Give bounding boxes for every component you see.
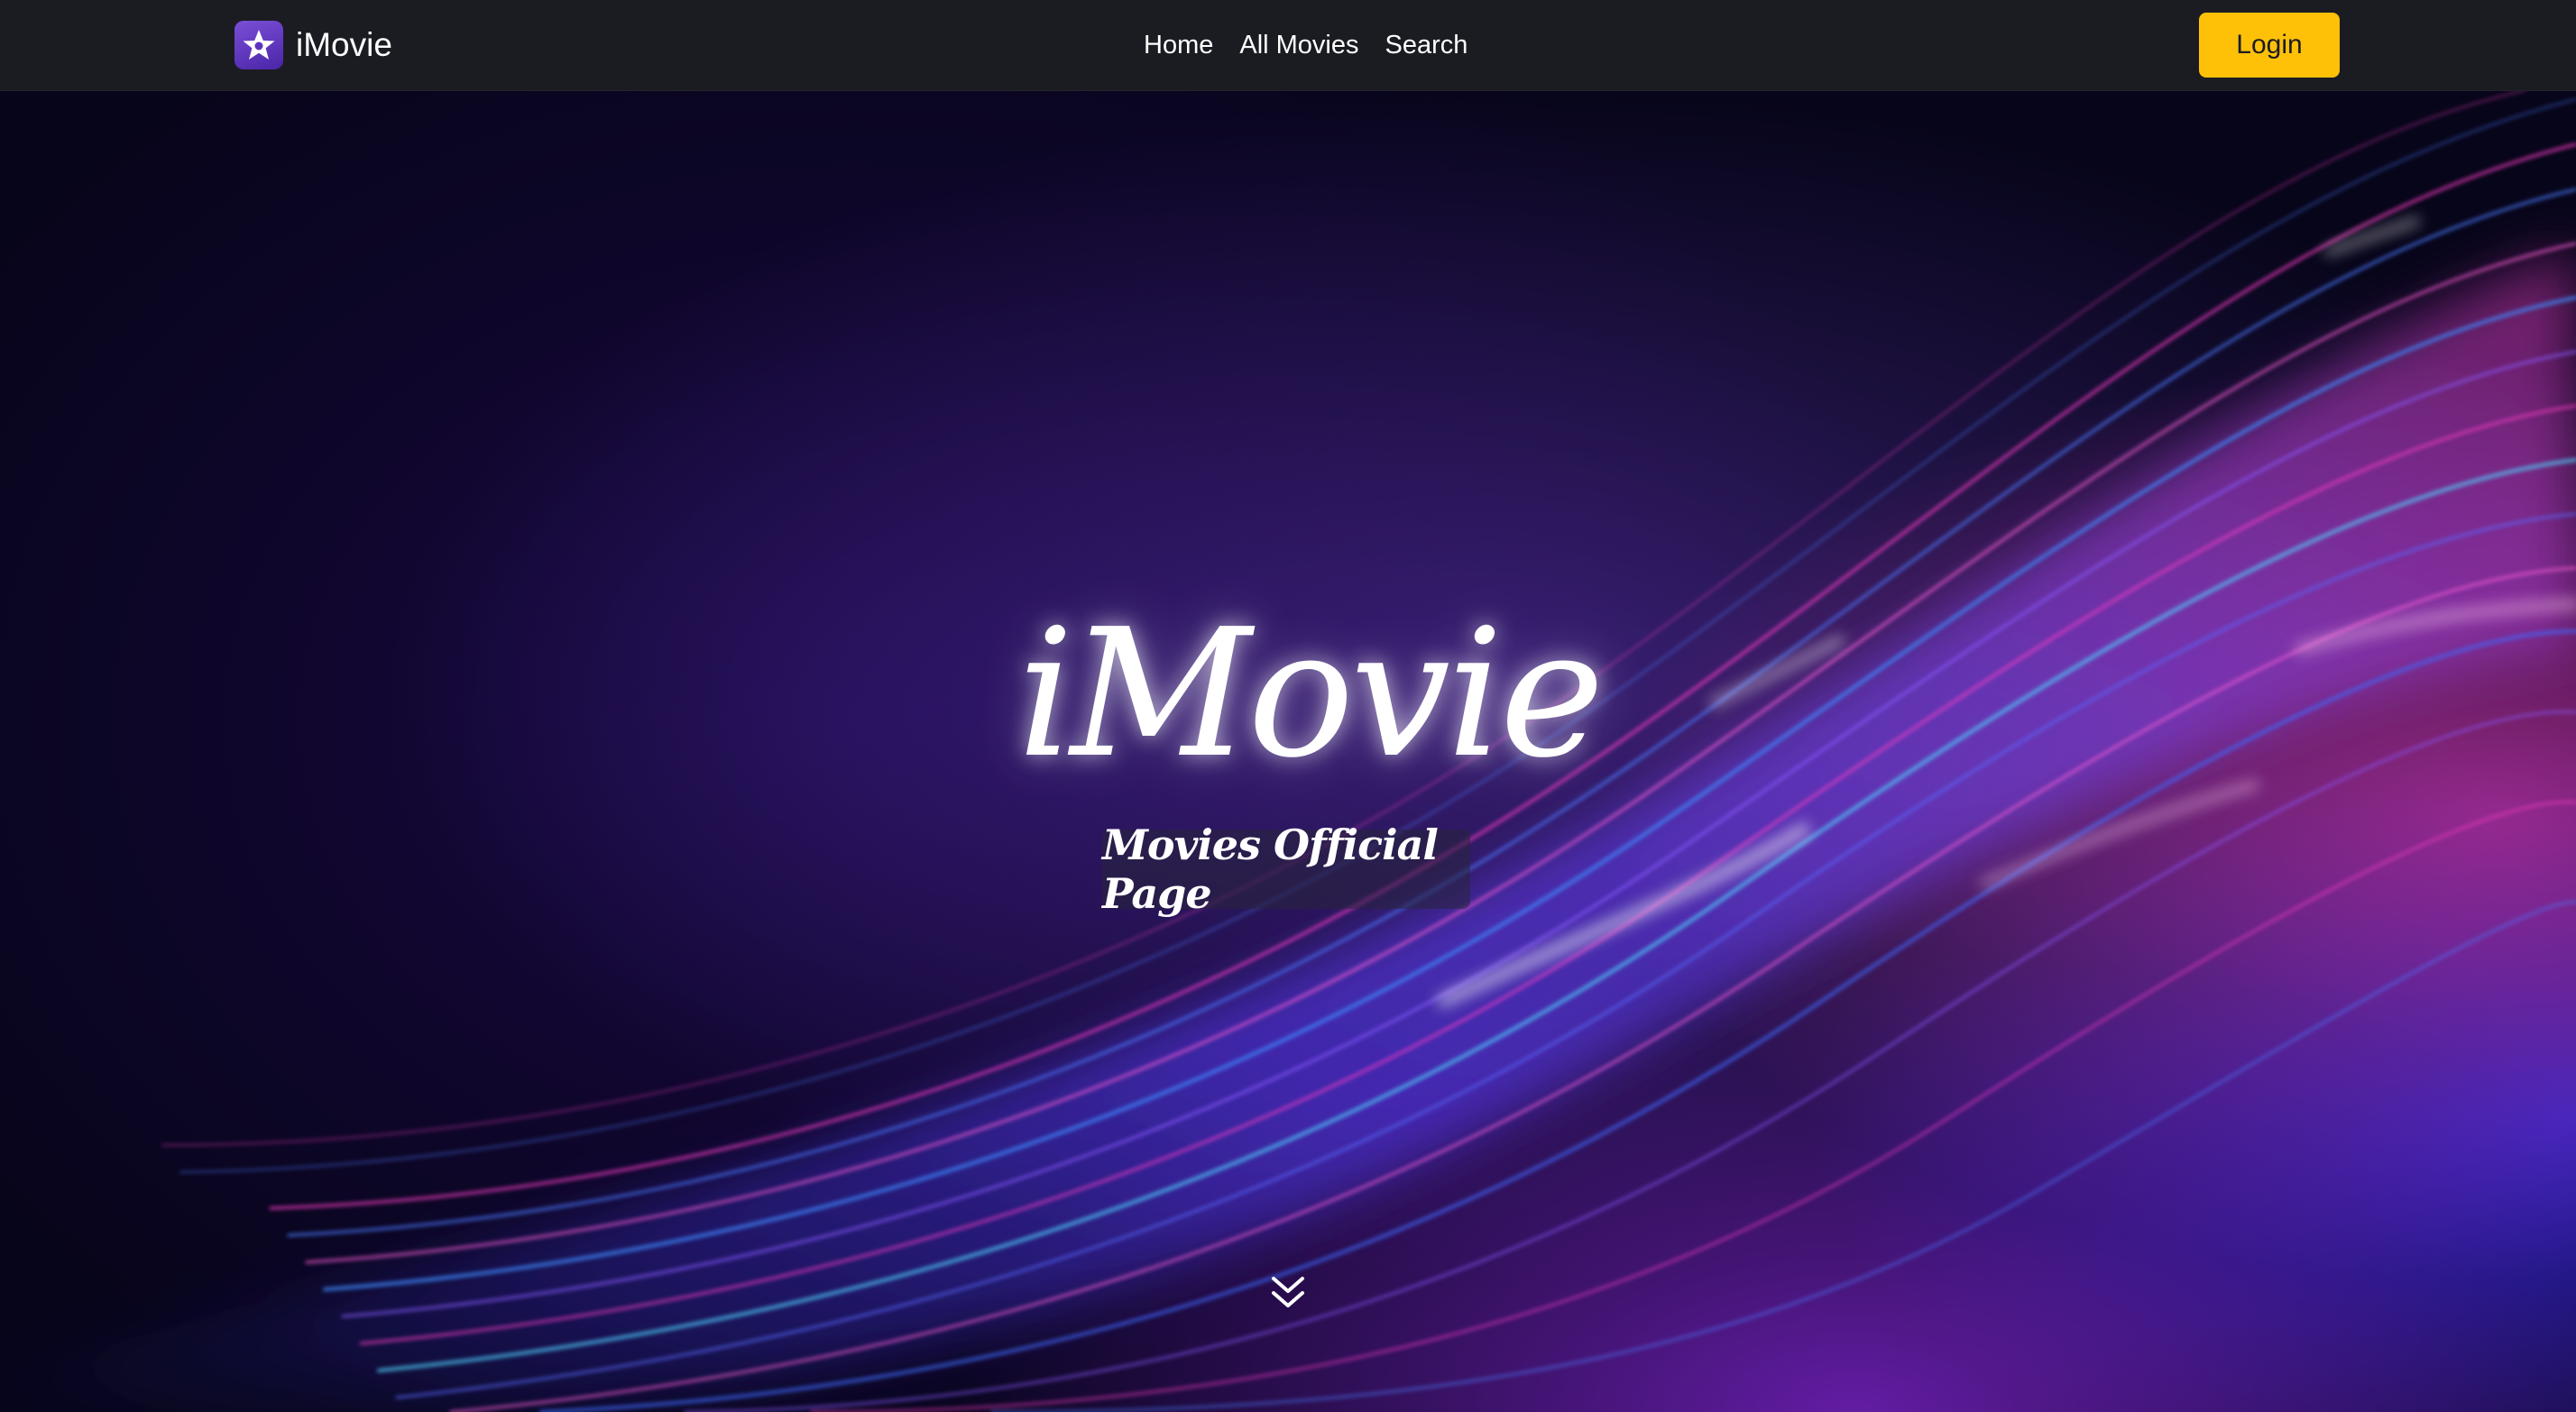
hero-title: iMovie — [1017, 591, 1605, 797]
brand-name: iMovie — [296, 26, 392, 63]
nav-link-search[interactable]: Search — [1385, 25, 1468, 65]
hero-subtitle: Movies Official Page — [1102, 821, 1439, 918]
hero-subtitle-box: Movies Official Page — [1102, 821, 1470, 918]
nav-links: Home All Movies Search — [1144, 25, 1467, 65]
hero-section: iMovie Movies Official Page — [0, 90, 2576, 1412]
star-icon — [235, 21, 283, 69]
navbar: iMovie Home All Movies Search Login — [0, 0, 2576, 91]
brand[interactable]: iMovie — [235, 20, 392, 70]
nav-link-home[interactable]: Home — [1144, 25, 1213, 65]
nav-link-all-movies[interactable]: All Movies — [1239, 25, 1358, 65]
login-button[interactable]: Login — [2199, 13, 2340, 78]
chevron-double-down-icon[interactable] — [1266, 1271, 1310, 1318]
page: iMovie Home All Movies Search Login iMov… — [0, 0, 2576, 1412]
